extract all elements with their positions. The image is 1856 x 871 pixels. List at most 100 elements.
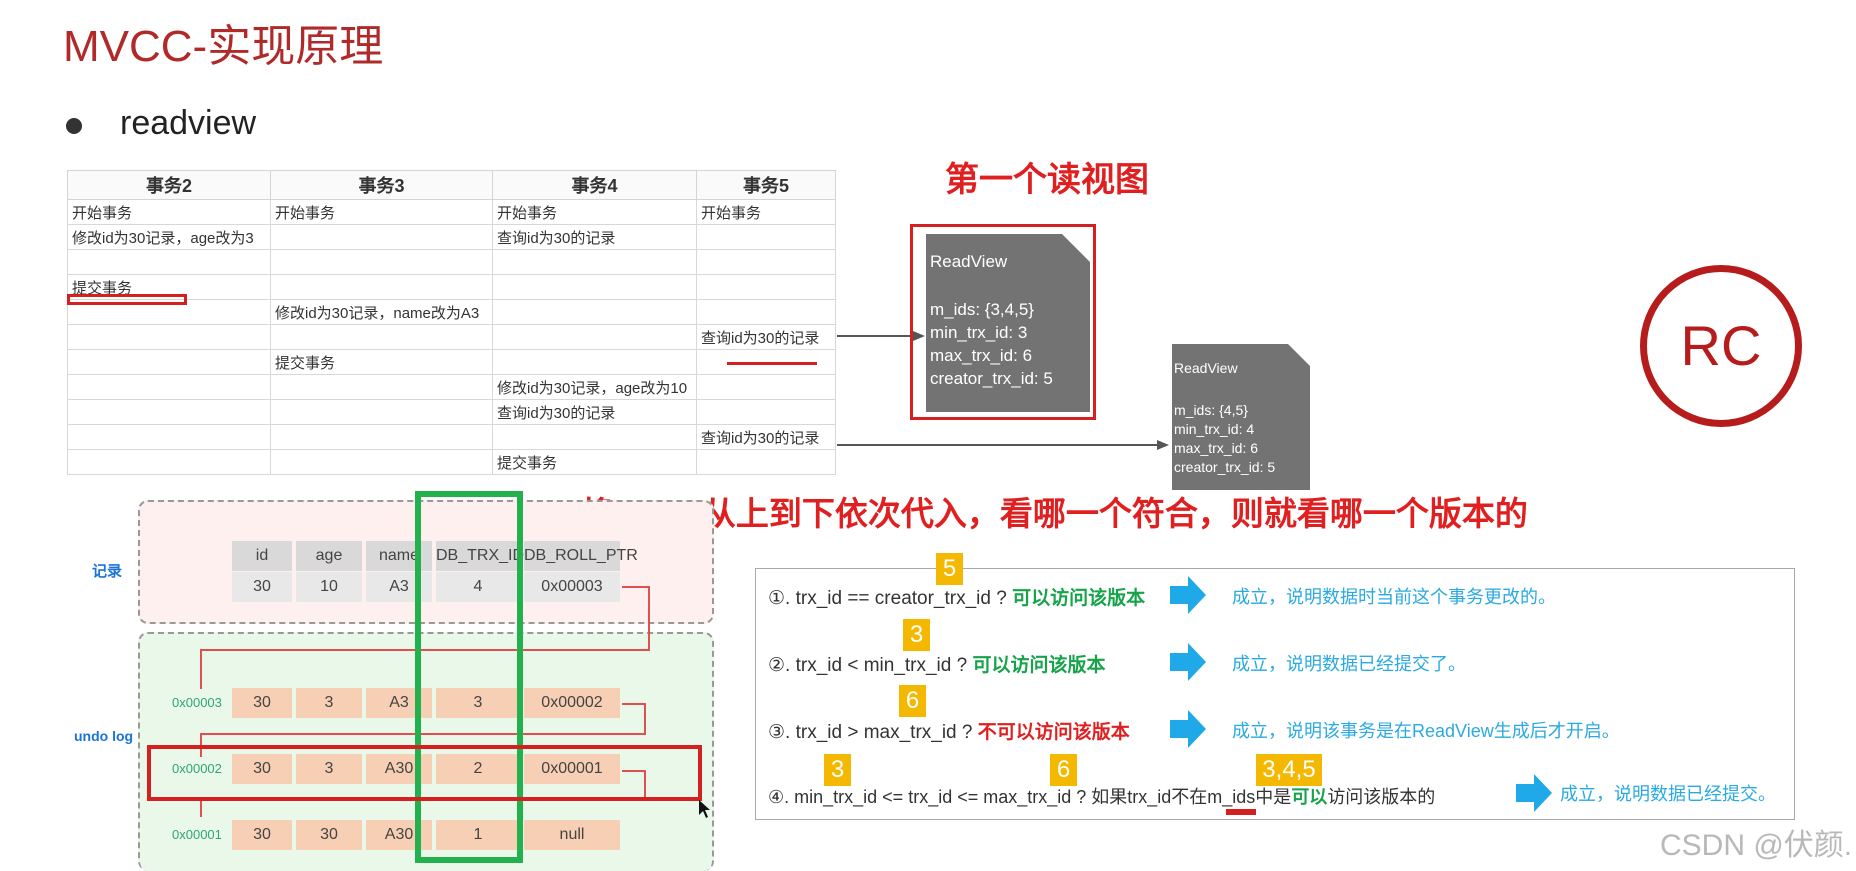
- arrow-right-icon: [1516, 774, 1552, 812]
- table-row: 提交事务: [67, 349, 836, 375]
- table-cell: [270, 374, 493, 400]
- rule-3-result: 成立，说明该事务是在ReadView生成后才开启。: [1232, 721, 1620, 741]
- arrow-right-icon: [1170, 643, 1206, 681]
- value-tag: 3: [824, 754, 851, 786]
- table-body: 开始事务 开始事务 开始事务 开始事务 修改id为30记录，age改为3 查询id为30的…: [67, 199, 836, 475]
- readview-creator-trx-id: creator_trx_id: 5: [1174, 459, 1276, 475]
- trx-id-column-highlight: [415, 491, 523, 863]
- transaction-table: 事务2 事务3 事务4 事务5 开始事务 开始事务 开始事务 开始事务 修改id为30记…: [67, 170, 836, 475]
- table-cell: [492, 349, 697, 375]
- page-fold-icon: [1062, 234, 1090, 262]
- undo-log-cell: 0x00002: [524, 688, 620, 718]
- table-cell: [696, 274, 836, 300]
- rule-condition: ②. trx_id < min_trx_id ?: [768, 655, 968, 676]
- first-readview-title: 第一个读视图: [945, 161, 1149, 199]
- undo-log-address: 0x00001: [172, 827, 222, 842]
- table-header-row: 事务2 事务3 事务4 事务5: [67, 170, 836, 200]
- value-tag: 5: [936, 553, 963, 585]
- table-cell: [270, 249, 493, 275]
- table-cell: [492, 324, 697, 350]
- table-cell: 查询id为30的记录: [696, 324, 836, 350]
- table-cell: [492, 274, 697, 300]
- table-cell: [696, 224, 836, 250]
- table-row: 查询id为30的记录: [67, 399, 836, 425]
- rule-condition-end: 访问该版本的: [1327, 787, 1436, 807]
- table-cell: [696, 374, 836, 400]
- rule-1-result: 成立，说明数据时当前这个事务更改的。: [1232, 587, 1556, 607]
- table-cell: [67, 449, 271, 475]
- readview-m-ids: m_ids: {4,5}: [1174, 402, 1248, 418]
- table-cell: 修改id为30记录，name改为A3: [270, 299, 493, 325]
- rule-3: ③. trx_id > max_trx_id ? 不可以访问该版本: [768, 717, 1130, 744]
- pointer-line: [644, 703, 646, 735]
- table-cell: [492, 249, 697, 275]
- table-cell: 提交事务: [270, 349, 493, 375]
- table-cell: [270, 424, 493, 450]
- underline-query-tx5: [727, 362, 817, 365]
- readview-max-trx-id: max_trx_id: 6: [930, 346, 1033, 365]
- table-row: 开始事务 开始事务 开始事务 开始事务: [67, 199, 836, 225]
- rule-verdict: 不可以访问该版本: [977, 722, 1130, 743]
- undo-log-cell: 30: [232, 688, 292, 718]
- rule-2: ②. trx_id < min_trx_id ? 可以访问该版本: [768, 650, 1106, 677]
- value-tag: 6: [899, 685, 926, 717]
- table-cell: [492, 299, 697, 325]
- readview-max-trx-id: max_trx_id: 6: [1174, 440, 1259, 456]
- column-header: 事务4: [492, 170, 697, 200]
- table-row: 提交事务: [67, 449, 836, 475]
- table-cell: [696, 249, 836, 275]
- table-cell: 查询id为30的记录: [492, 224, 697, 250]
- table-row: 查询id为30的记录: [67, 424, 836, 450]
- table-cell: [67, 349, 271, 375]
- rule-negation: 不在: [1171, 787, 1208, 807]
- record-column-header: DB_ROLL_PTR: [524, 541, 638, 571]
- readview1-card: ReadView m_ids: {3,4,5} min_trx_id: 3 ma…: [926, 234, 1090, 412]
- readview2-card: ReadView m_ids: {4,5} min_trx_id: 4 max_…: [1172, 344, 1310, 490]
- table-cell: [270, 274, 493, 300]
- table-cell: [67, 324, 271, 350]
- table-cell: [67, 424, 271, 450]
- table-cell: [270, 224, 493, 250]
- page-fold-icon: [1288, 344, 1310, 366]
- undo-log-cell: 3: [296, 688, 362, 718]
- table-row: 查询id为30的记录: [67, 324, 836, 350]
- bullet-dot: [66, 118, 82, 134]
- readview-m-ids: m_ids: {3,4,5}: [930, 300, 1034, 319]
- table-cell: [270, 449, 493, 475]
- table-row: 修改id为30记录，age改为10: [67, 374, 836, 400]
- underline-not-in: [1226, 809, 1256, 815]
- column-header: 事务3: [270, 170, 493, 200]
- rule-condition: ④. min_trx_id <= trx_id <= max_trx_id ? …: [768, 787, 1172, 807]
- record-column-header: age: [296, 541, 362, 571]
- undo-log-address: 0x00003: [172, 695, 222, 710]
- column-header: 事务5: [696, 170, 836, 200]
- pointer-line: [622, 703, 646, 705]
- table-cell: [67, 399, 271, 425]
- instruction-hint: 将trx_id从上到下依次代入，看哪一个符合，则就看哪一个版本的: [580, 495, 1528, 532]
- rule-verdict: 可以: [1291, 787, 1328, 807]
- watermark: CSDN @伏颜.: [1660, 829, 1853, 862]
- undo-log-cell: null: [524, 820, 620, 850]
- undo-log-cell: 30: [232, 820, 292, 850]
- rule-verdict: 可以访问该版本: [972, 655, 1106, 676]
- table-cell: 开始事务: [67, 199, 271, 225]
- table-cell: [696, 449, 836, 475]
- readview-min-trx-id: min_trx_id: 4: [1174, 421, 1255, 437]
- record-cell: 30: [232, 572, 292, 602]
- arrow-right-icon: [1170, 576, 1206, 614]
- rule-4-result: 成立，说明数据已经提交。: [1560, 784, 1776, 804]
- value-tag: 3,4,5: [1256, 754, 1322, 786]
- highlight-commit-tx2: [67, 294, 187, 305]
- record-side-label: 记录: [92, 563, 123, 580]
- table-cell: [67, 374, 271, 400]
- rule-4: ④. min_trx_id <= trx_id <= max_trx_id ? …: [768, 783, 1435, 809]
- undo-log-side-label: undo log: [74, 728, 134, 744]
- readview-min-trx-id: min_trx_id: 3: [930, 323, 1028, 342]
- record-cell: 0x00003: [524, 572, 620, 602]
- table-cell: [67, 249, 271, 275]
- undo-log-cell: 30: [296, 820, 362, 850]
- table-cell: 查询id为30的记录: [696, 424, 836, 450]
- matched-version-highlight: [147, 745, 702, 801]
- table-cell: [696, 399, 836, 425]
- table-cell: [270, 399, 493, 425]
